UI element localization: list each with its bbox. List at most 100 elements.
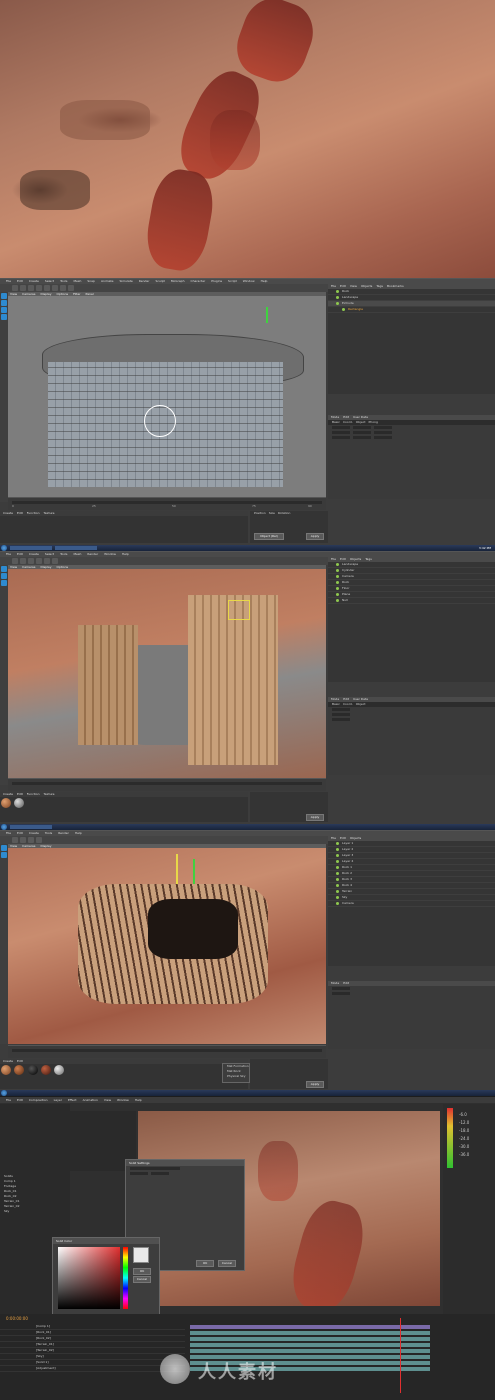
hue-slider[interactable] (123, 1247, 128, 1309)
om-menu-tags[interactable]: Tags (376, 284, 383, 289)
mat-menu-create[interactable]: Create (3, 511, 13, 516)
cliff-wall[interactable] (188, 595, 278, 765)
vp-menu-options[interactable]: Options (57, 565, 69, 569)
material-swatch[interactable] (14, 798, 25, 808)
viewport-perspective[interactable]: View Cameras Display Options (8, 565, 326, 778)
layer-duration-bar[interactable] (190, 1349, 430, 1353)
timecode-display[interactable]: 0:00:00:00 (6, 1316, 28, 1321)
vp-menu-view[interactable]: View (10, 844, 17, 848)
redo-icon[interactable] (20, 285, 26, 291)
model-mode-icon[interactable] (1, 314, 7, 320)
render-icon[interactable] (52, 285, 58, 291)
om-menu-view[interactable]: View (350, 284, 357, 289)
viewport-perspective[interactable]: View Cameras Display Options Filter Pane… (8, 292, 326, 497)
redo-icon[interactable] (20, 558, 26, 564)
redo-icon[interactable] (20, 837, 26, 843)
vp-menu-display[interactable]: Display (40, 844, 51, 848)
tab-phong[interactable]: Phong (369, 420, 378, 425)
material-swatch[interactable] (54, 1065, 65, 1075)
edges-mode-icon[interactable] (1, 300, 7, 306)
layer-duration-bar[interactable] (190, 1325, 430, 1329)
timeline-track[interactable] (12, 1049, 322, 1052)
p-y-field[interactable] (332, 431, 350, 434)
material-swatch[interactable] (1, 798, 11, 808)
vp-menu-view[interactable]: View (10, 565, 17, 569)
ae-menu-effect[interactable]: Effect (68, 1097, 77, 1103)
render-icon[interactable] (52, 558, 58, 564)
tab-basic[interactable]: Basic (332, 702, 340, 707)
mat-menu-create[interactable]: Create (3, 1059, 13, 1064)
timeline-track[interactable] (12, 782, 322, 785)
vp-menu-cameras[interactable]: Cameras (22, 565, 35, 569)
solid-name-field[interactable] (130, 1167, 180, 1170)
timeline[interactable] (8, 1045, 326, 1058)
taskbar-item-c4d[interactable] (10, 825, 52, 829)
ae-menu-view[interactable]: View (104, 1097, 111, 1103)
undo-icon[interactable] (12, 837, 18, 843)
s-z-field[interactable] (353, 436, 371, 439)
attr-menu-edit[interactable]: Edit (343, 981, 349, 986)
mat-menu-edit[interactable]: Edit (17, 1059, 23, 1064)
timeline-track[interactable] (12, 501, 322, 504)
apply-button[interactable]: Apply (306, 814, 324, 821)
mat-menu-edit[interactable]: Edit (17, 792, 23, 797)
ae-menu-composition[interactable]: Composition (29, 1097, 48, 1103)
vp-menu-panel[interactable]: Panel (86, 292, 94, 296)
vp-menu-cameras[interactable]: Cameras (22, 292, 35, 296)
om-menu-file[interactable]: File (331, 836, 336, 841)
tab-coord[interactable]: Coord. (343, 702, 353, 707)
taskbar-item-c4d[interactable] (10, 546, 52, 550)
timeline-layer-row[interactable]: [Adjustment] (0, 1366, 185, 1372)
scale-icon[interactable] (36, 285, 42, 291)
mat-menu-texture[interactable]: Texture (44, 511, 55, 516)
p-z-field[interactable] (332, 436, 350, 439)
rotate-icon[interactable] (44, 558, 50, 564)
project-item[interactable]: Sky (0, 1209, 70, 1214)
layer-duration-bar[interactable] (190, 1343, 430, 1347)
selection-handle[interactable] (228, 600, 250, 620)
object-row[interactable]: Null (328, 598, 495, 604)
tab-object[interactable]: Object (356, 420, 366, 425)
polygons-mode-icon[interactable] (1, 580, 7, 586)
ae-menu-edit[interactable]: Edit (17, 1097, 23, 1103)
r-p-field[interactable] (374, 431, 392, 434)
apply-button[interactable]: Apply (306, 1081, 324, 1088)
height-field[interactable] (151, 1172, 169, 1175)
object-row[interactable]: Rectangle (328, 307, 495, 313)
polygons-mode-icon[interactable] (1, 852, 7, 858)
vp-menu-display[interactable]: Display (40, 292, 51, 296)
points-mode-icon[interactable] (1, 845, 7, 851)
move-icon[interactable] (28, 558, 34, 564)
attr-field[interactable] (332, 992, 350, 995)
om-menu-file[interactable]: File (331, 557, 336, 562)
s-x-field[interactable] (353, 426, 371, 429)
attr-field[interactable] (332, 708, 350, 711)
polygons-mode-icon[interactable] (1, 307, 7, 313)
r-h-field[interactable] (374, 426, 392, 429)
axis-y-handle[interactable] (176, 854, 178, 884)
attr-field[interactable] (332, 987, 350, 990)
points-mode-icon[interactable] (1, 293, 7, 299)
playhead[interactable] (400, 1318, 401, 1393)
timeline[interactable] (8, 778, 326, 791)
ae-menu-file[interactable]: File (6, 1097, 11, 1103)
material-swatch[interactable] (40, 1065, 51, 1075)
viewport-perspective[interactable]: View Cameras Display (8, 844, 326, 1044)
object-rel-dropdown[interactable]: Object (Rel) (254, 533, 284, 540)
vp-menu-cameras[interactable]: Cameras (22, 844, 35, 848)
material-swatch[interactable] (14, 1065, 25, 1075)
vp-menu-options[interactable]: Options (57, 292, 69, 296)
mat-menu-texture[interactable]: Texture (44, 792, 55, 797)
ae-menu-animation[interactable]: Animation (83, 1097, 98, 1103)
attr-field[interactable] (332, 718, 350, 721)
axis-y-handle[interactable] (266, 307, 268, 323)
windows-start-icon[interactable] (1, 1090, 7, 1096)
ae-menu-help[interactable]: Help (135, 1097, 142, 1103)
ae-menu-layer[interactable]: Layer (54, 1097, 62, 1103)
ok-button[interactable]: OK (196, 1260, 214, 1267)
apply-button[interactable]: Apply (306, 533, 324, 540)
vp-menu-view[interactable]: View (10, 292, 17, 296)
color-field[interactable] (58, 1247, 120, 1309)
p-x-field[interactable] (332, 426, 350, 429)
s-y-field[interactable] (353, 431, 371, 434)
